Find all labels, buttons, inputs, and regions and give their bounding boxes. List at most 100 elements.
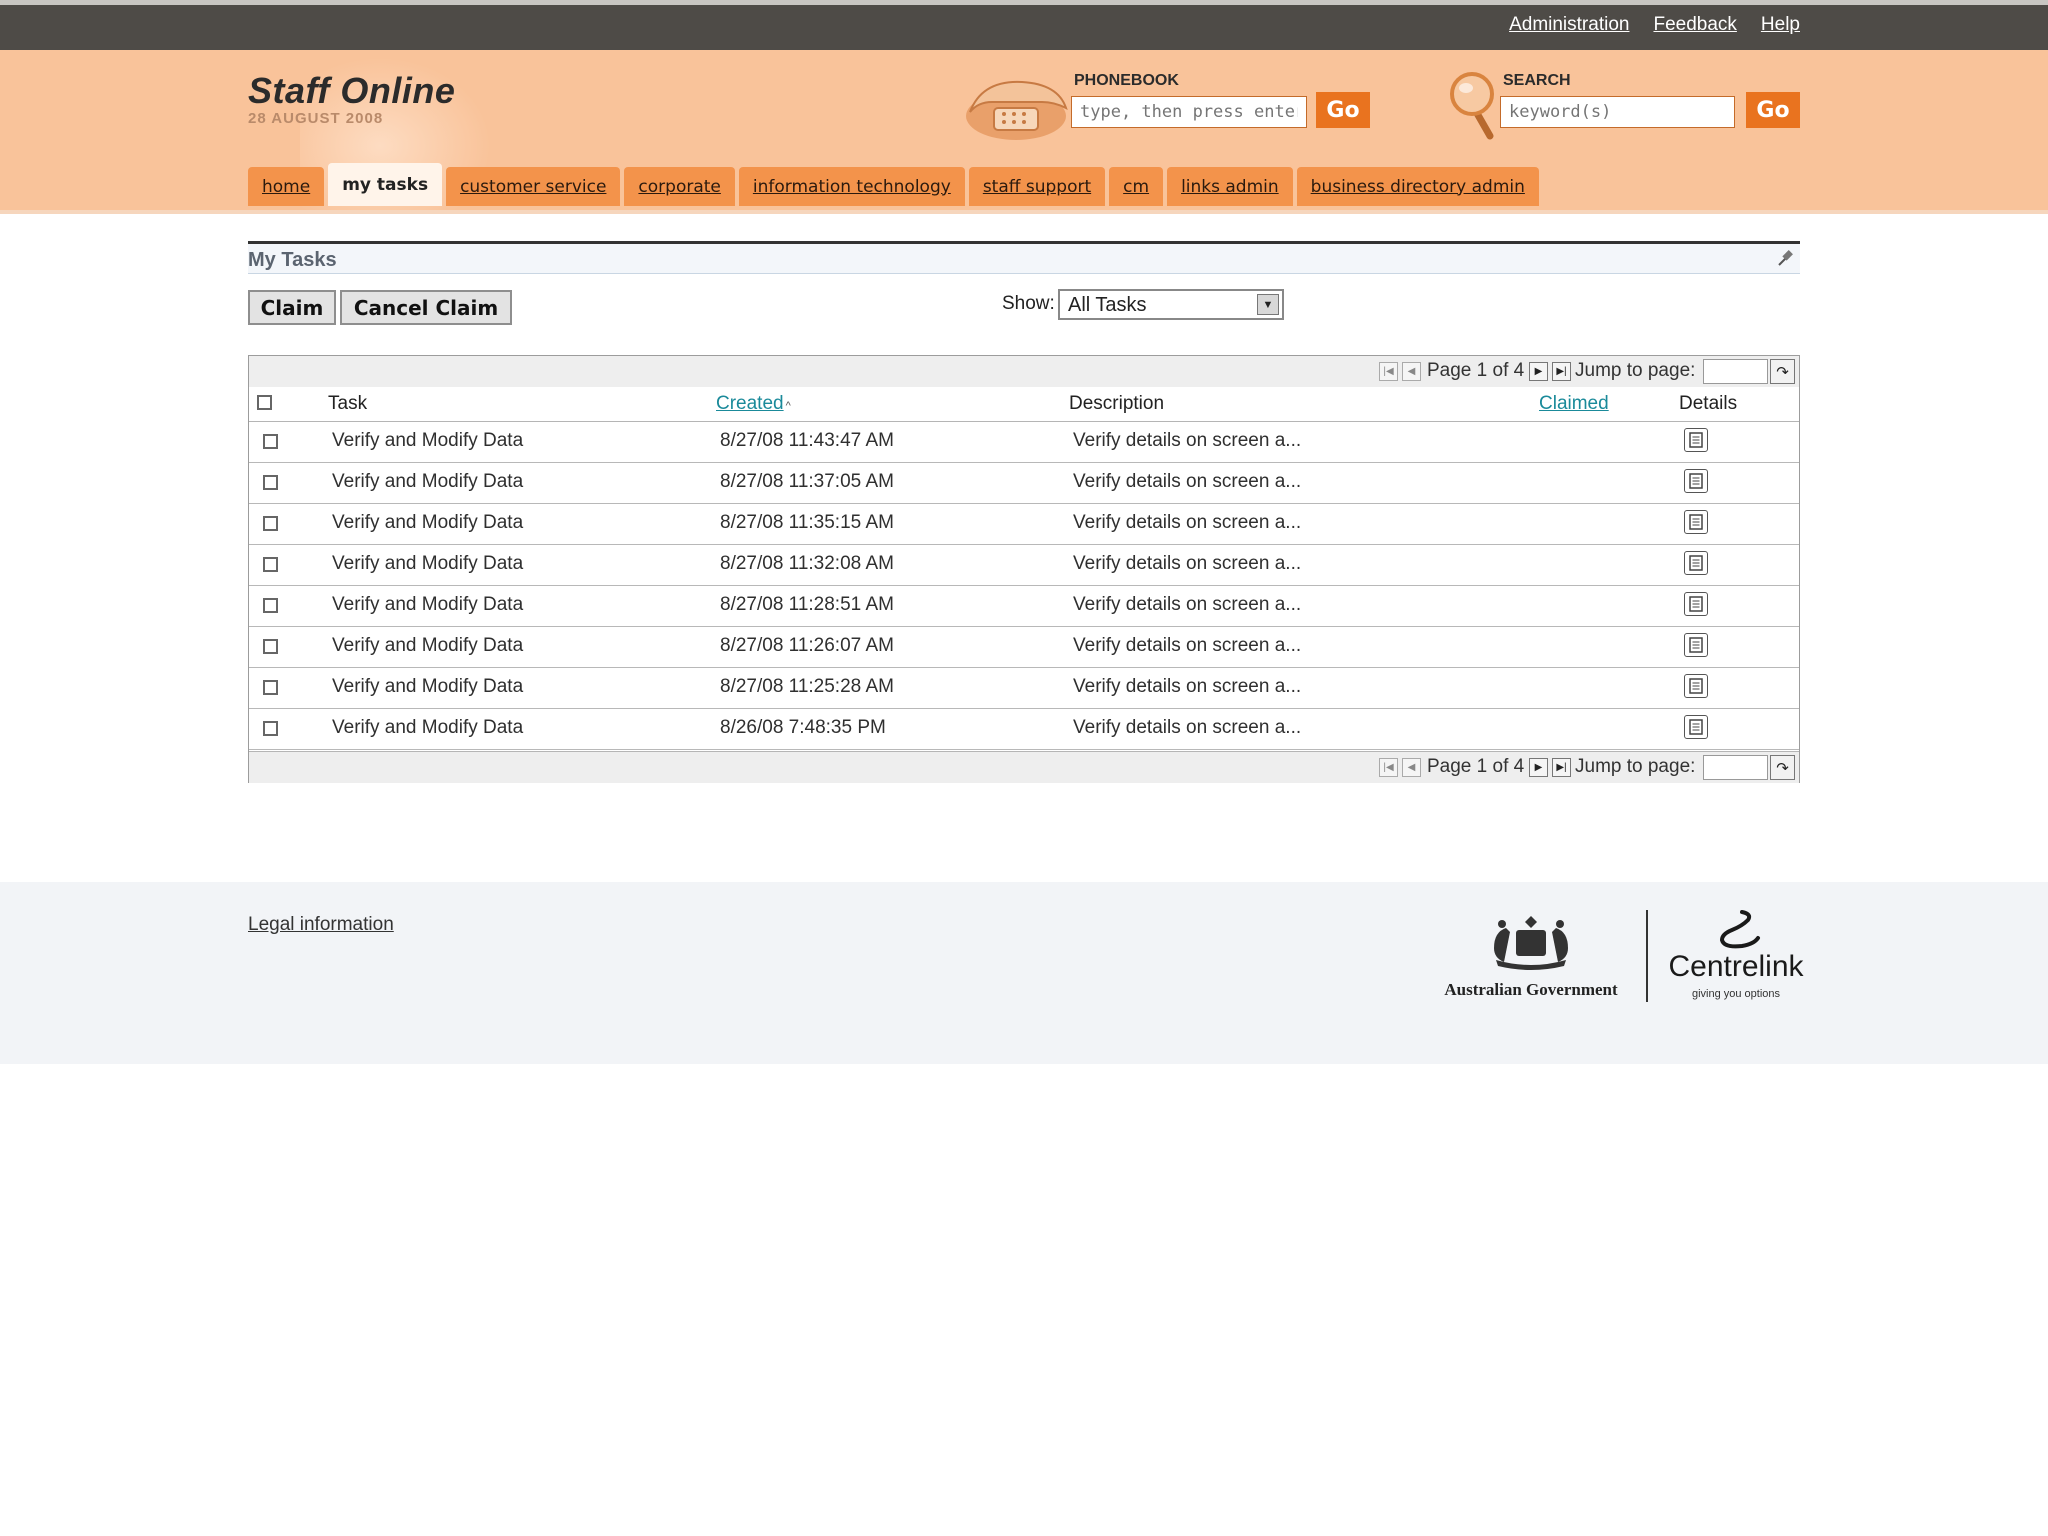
last-page-icon[interactable]: ▶| [1552, 362, 1571, 381]
column-created[interactable]: Created ^ [716, 393, 791, 415]
description-cell: Verify details on screen a... [1073, 676, 1302, 697]
phonebook-go-button[interactable]: Go [1316, 92, 1370, 128]
row-checkbox[interactable] [263, 721, 278, 736]
show-filter-select[interactable]: All Tasks ▼ [1058, 289, 1284, 320]
tab-customer-service[interactable]: customer service [446, 167, 621, 206]
details-document-icon[interactable] [1684, 633, 1708, 657]
top-links: Administration Feedback Help [1509, 14, 1800, 36]
page-indicator: Page 1 of 4 [1427, 756, 1525, 777]
centrelink-swirl-icon [1719, 910, 1760, 949]
last-page-icon[interactable]: ▶| [1552, 758, 1571, 777]
next-page-icon[interactable]: ▶ [1529, 362, 1548, 381]
australian-government-text: Australian Government [1444, 980, 1618, 999]
telephone-icon [966, 80, 1068, 140]
cancel-claim-button[interactable]: Cancel Claim [340, 290, 512, 325]
task-cell: Verify and Modify Data [332, 553, 524, 574]
column-task: Task [328, 393, 368, 414]
first-page-icon[interactable]: |◀ [1379, 758, 1398, 777]
centrelink-text: Centrelink [1668, 950, 1804, 983]
prev-page-icon[interactable]: ◀ [1402, 362, 1421, 381]
next-page-icon[interactable]: ▶ [1529, 758, 1548, 777]
show-filter-value: All Tasks [1068, 294, 1147, 316]
description-cell: Verify details on screen a... [1073, 512, 1302, 533]
site-title: Staff Online [248, 70, 456, 111]
row-checkbox[interactable] [263, 680, 278, 695]
table-row: Verify and Modify Data 8/26/08 7:48:35 PM… [249, 708, 1799, 750]
created-cell: 8/27/08 11:25:28 AM [720, 676, 894, 697]
created-cell: 8/27/08 11:32:08 AM [720, 553, 894, 574]
task-cell: Verify and Modify Data [332, 512, 524, 533]
details-document-icon[interactable] [1684, 674, 1708, 698]
tab-cm[interactable]: cm [1109, 167, 1164, 206]
description-cell: Verify details on screen a... [1073, 594, 1302, 615]
table-row: Verify and Modify Data 8/27/08 11:26:07 A… [249, 626, 1799, 668]
details-document-icon[interactable] [1684, 551, 1708, 575]
first-page-icon[interactable]: |◀ [1379, 362, 1398, 381]
dropdown-arrow-icon[interactable]: ▼ [1257, 294, 1279, 315]
search-input[interactable] [1500, 96, 1735, 128]
go-arrow-icon[interactable]: ↷ [1770, 359, 1795, 384]
details-document-icon[interactable] [1684, 715, 1708, 739]
jump-to-page-input[interactable] [1703, 755, 1768, 780]
pager-bottom: |◀ ◀ Page 1 of 4 ▶ ▶| Jump to page: ↷ [249, 751, 1799, 783]
tab-my-tasks[interactable]: my tasks [328, 163, 443, 206]
go-arrow-icon[interactable]: ↷ [1770, 755, 1795, 780]
australian-government-logo: Australian Government [1436, 908, 1626, 1008]
row-checkbox[interactable] [263, 516, 278, 531]
created-cell: 8/27/08 11:28:51 AM [720, 594, 894, 615]
pager-top: |◀ ◀ Page 1 of 4 ▶ ▶| Jump to page: ↷ [249, 356, 1799, 388]
row-checkbox[interactable] [263, 475, 278, 490]
coat-of-arms-icon [1494, 916, 1568, 970]
description-cell: Verify details on screen a... [1073, 553, 1302, 574]
jump-to-page-label: Jump to page: [1575, 756, 1696, 777]
phonebook-input[interactable] [1071, 96, 1307, 128]
claim-button[interactable]: Claim [248, 290, 336, 325]
table-row: Verify and Modify Data 8/27/08 11:28:51 A… [249, 585, 1799, 627]
logo-divider [1646, 910, 1648, 1002]
details-document-icon[interactable] [1684, 428, 1708, 452]
column-claimed[interactable]: Claimed [1539, 393, 1609, 415]
tab-information-technology[interactable]: information technology [738, 167, 965, 206]
table-row: Verify and Modify Data 8/27/08 11:43:47 A… [249, 421, 1799, 463]
description-cell: Verify details on screen a... [1073, 635, 1302, 656]
administration-link[interactable]: Administration [1509, 14, 1629, 36]
task-cell: Verify and Modify Data [332, 676, 524, 697]
centrelink-logo: Centrelink giving you options [1666, 908, 1806, 1008]
created-cell: 8/26/08 7:48:35 PM [720, 717, 886, 738]
table-header: Task Created ^ Description Claimed Detail… [249, 387, 1799, 422]
phonebook-label: PHONEBOOK [1074, 72, 1179, 89]
task-cell: Verify and Modify Data [332, 717, 524, 738]
pin-icon[interactable] [1776, 248, 1796, 268]
page-indicator: Page 1 of 4 [1427, 360, 1525, 381]
task-cell: Verify and Modify Data [332, 471, 524, 492]
tab-links-admin[interactable]: links admin [1167, 167, 1293, 206]
footer: Legal information Australian Government … [0, 882, 2048, 1064]
row-checkbox[interactable] [263, 557, 278, 572]
row-checkbox[interactable] [263, 598, 278, 613]
prev-page-icon[interactable]: ◀ [1402, 758, 1421, 777]
panel-title: My Tasks [248, 249, 337, 271]
row-checkbox[interactable] [263, 639, 278, 654]
help-link[interactable]: Help [1761, 14, 1800, 36]
table-row: Verify and Modify Data 8/27/08 11:25:28 A… [249, 667, 1799, 709]
search-label: SEARCH [1503, 72, 1571, 89]
tab-corporate[interactable]: corporate [624, 167, 735, 206]
details-document-icon[interactable] [1684, 469, 1708, 493]
details-document-icon[interactable] [1684, 510, 1708, 534]
details-document-icon[interactable] [1684, 592, 1708, 616]
description-cell: Verify details on screen a... [1073, 717, 1302, 738]
tab-staff-support[interactable]: staff support [968, 167, 1106, 206]
jump-to-page-label: Jump to page: [1575, 360, 1696, 381]
jump-to-page-input[interactable] [1703, 359, 1768, 384]
site-header: Staff Online 28 AUGUST 2008 PHONEBOOK Go… [0, 50, 2048, 214]
search-go-button[interactable]: Go [1746, 92, 1800, 128]
select-all-checkbox[interactable] [257, 395, 272, 410]
created-cell: 8/27/08 11:43:47 AM [720, 430, 894, 451]
table-row: Verify and Modify Data 8/27/08 11:32:08 A… [249, 544, 1799, 586]
description-cell: Verify details on screen a... [1073, 430, 1302, 451]
row-checkbox[interactable] [263, 434, 278, 449]
legal-information-link[interactable]: Legal information [248, 914, 394, 936]
feedback-link[interactable]: Feedback [1653, 14, 1736, 36]
tab-business-directory-admin[interactable]: business directory admin [1296, 167, 1539, 206]
tab-home[interactable]: home [248, 167, 325, 206]
